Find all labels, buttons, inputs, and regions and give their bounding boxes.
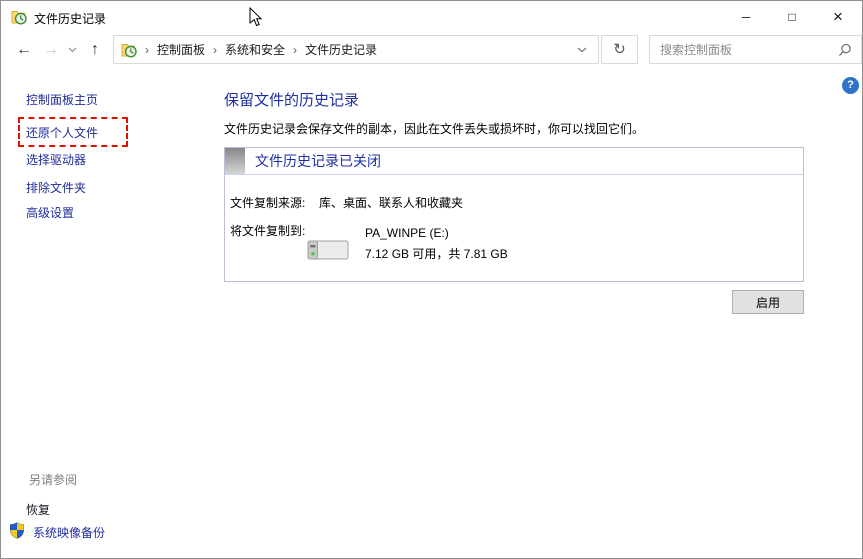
file-history-window: 文件历史记录 ─ □ × ← → ↑ › 控制面板 › 系统和安全 › — [0, 0, 863, 559]
copy-target-label: 将文件复制到: — [230, 222, 305, 239]
search-box — [649, 35, 862, 64]
breadcrumb-separator-icon: › — [137, 43, 157, 57]
help-icon[interactable]: ? — [842, 77, 859, 94]
sidebar-item-control-panel-home[interactable]: 控制面板主页 — [26, 91, 98, 108]
breadcrumb-separator-icon: › — [285, 43, 305, 57]
sidebar-item-exclude-folders[interactable]: 排除文件夹 — [26, 179, 86, 196]
address-bar[interactable]: › 控制面板 › 系统和安全 › 文件历史记录 — [113, 35, 599, 64]
maximize-button[interactable]: □ — [769, 2, 815, 32]
status-panel-header: 文件历史记录已关闭 — [225, 148, 803, 175]
breadcrumb-app-icon[interactable] — [121, 42, 137, 58]
search-icon[interactable] — [838, 43, 852, 57]
restore-files-annotation-box: 还原个人文件 — [18, 117, 128, 147]
forward-button[interactable]: → — [39, 35, 63, 64]
titlebar: 文件历史记录 ─ □ × — [1, 1, 862, 33]
minimize-button[interactable]: ─ — [723, 2, 769, 32]
sidebar-item-select-drive[interactable]: 选择驱动器 — [26, 151, 86, 168]
breadcrumb-item-system-security[interactable]: 系统和安全 — [225, 41, 285, 58]
file-history-icon — [11, 9, 27, 25]
recent-pages-chevron-icon[interactable] — [64, 35, 80, 64]
drive-name: PA_WINPE (E:) — [365, 226, 449, 240]
refresh-button[interactable]: ↻ — [601, 35, 638, 64]
sidebar-item-advanced-settings[interactable]: 高级设置 — [26, 204, 74, 221]
uac-shield-icon — [9, 522, 25, 542]
copy-source-value: 库、桌面、联系人和收藏夹 — [319, 194, 463, 211]
drive-capacity: 7.12 GB 可用，共 7.81 GB — [365, 245, 508, 262]
back-button[interactable]: ← — [11, 35, 37, 64]
page-description: 文件历史记录会保存文件的副本，因此在文件丢失或损坏时，你可以找回它们。 — [224, 120, 644, 137]
address-dropdown-chevron-icon[interactable] — [577, 47, 598, 53]
breadcrumb-separator-icon: › — [205, 43, 225, 57]
sidebar-item-recovery[interactable]: 恢复 — [26, 501, 50, 518]
page-title: 保留文件的历史记录 — [224, 89, 359, 110]
file-history-status-panel: 文件历史记录已关闭 文件复制来源: 库、桌面、联系人和收藏夹 将文件复制到: P… — [224, 147, 804, 282]
see-also-header: 另请参阅 — [29, 471, 77, 488]
up-button[interactable]: ↑ — [82, 35, 108, 64]
status-title: 文件历史记录已关闭 — [255, 148, 381, 174]
mouse-cursor — [249, 7, 262, 30]
sidebar-item-restore-personal-files[interactable]: 还原个人文件 — [20, 124, 98, 141]
window-controls: ─ □ × — [723, 2, 861, 32]
external-drive-icon — [307, 238, 349, 265]
close-button[interactable]: × — [815, 2, 861, 32]
window-title: 文件历史记录 — [34, 10, 106, 27]
status-off-indicator — [225, 148, 245, 174]
copy-source-label: 文件复制来源: — [230, 194, 305, 211]
breadcrumb-item-file-history[interactable]: 文件历史记录 — [305, 41, 377, 58]
search-input[interactable] — [660, 43, 838, 57]
enable-button[interactable]: 启用 — [732, 290, 804, 314]
breadcrumb-item-control-panel[interactable]: 控制面板 — [157, 41, 205, 58]
sidebar-item-system-image-backup[interactable]: 系统映像备份 — [33, 524, 105, 541]
